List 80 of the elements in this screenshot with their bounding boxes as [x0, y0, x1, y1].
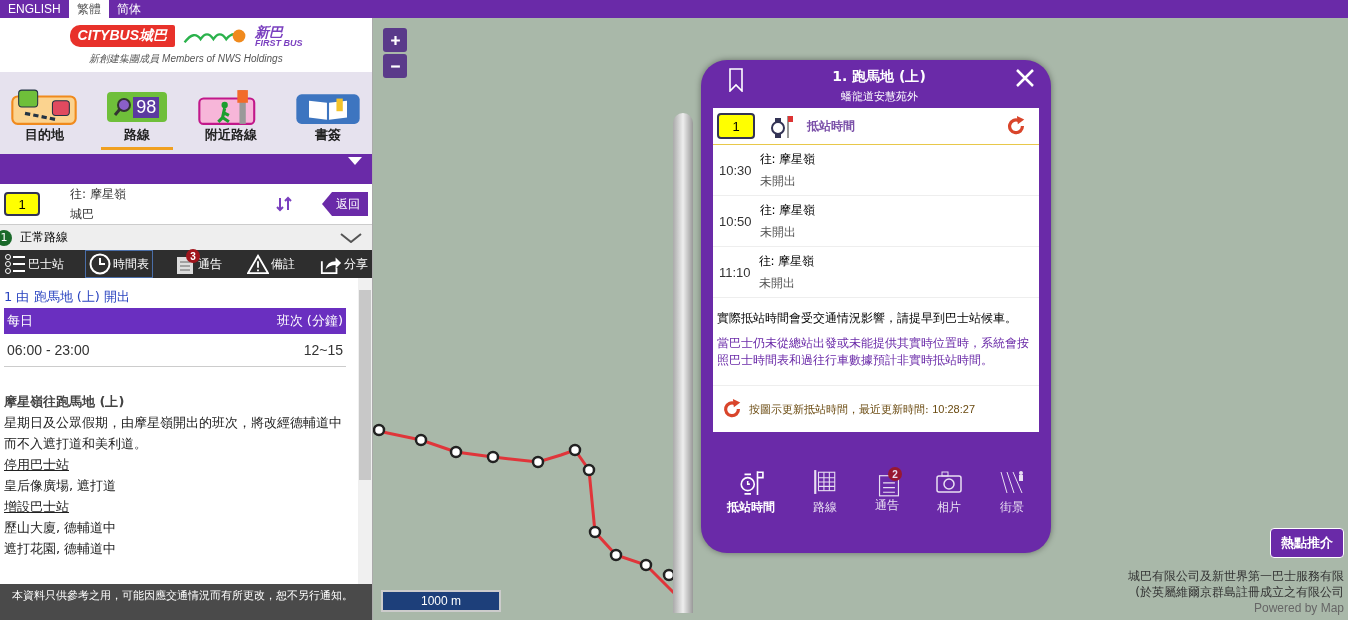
popup-tab[interactable]: 2 通告 [871, 469, 903, 516]
nav-tab[interactable]: 目的地 [4, 86, 84, 150]
toolbar-tab[interactable]: 分享 [316, 250, 372, 278]
route-operator: 城巴 [70, 205, 95, 223]
stop-title: 1. 跑馬地 (上) [832, 68, 926, 86]
warning-icon [247, 253, 269, 275]
watch-flag-icon [738, 469, 765, 495]
camera-icon [935, 469, 962, 495]
street-view-icon [998, 469, 1025, 495]
variant-number-badge: 1 [0, 229, 12, 246]
nav-tab[interactable]: 書簽 [288, 86, 368, 150]
clock-icon [89, 253, 111, 275]
toolbar-tab[interactable]: 備註 [243, 250, 299, 278]
refresh-hint: 按圖示更新抵站時間，最近更新時間: 10:28:27 [749, 401, 976, 417]
column-header: 班次 (分鐘) [276, 312, 343, 330]
logo-tagline: 新創建集團成員 Members of NWS Holdings [89, 51, 283, 66]
bus-destination: 往: 摩星嶺 [759, 201, 816, 219]
citybus-logo: CITYBUS城巴 [69, 25, 175, 47]
bus-status: 未開出 [758, 274, 796, 292]
notice-link[interactable]: 增設巴士站 [4, 496, 69, 517]
stop-location: 蟠龍道安慧苑外 [840, 89, 918, 104]
nav-tab[interactable]: 98 路線 [101, 86, 174, 150]
disclaimer-text: 本資料只供參考之用，可能因應交通情況而有所更改，恕不另行通知。 [0, 584, 372, 620]
firstbus-logo: 新巴 FIRST BUS [254, 24, 303, 48]
scrollbar[interactable] [358, 278, 372, 584]
zoom-in-button[interactable] [383, 28, 407, 52]
route-destination: 往: 摩星嶺 [70, 185, 127, 203]
map-placeholder[interactable] [373, 18, 1348, 620]
hotspot-button[interactable]: 熱點推介 [1270, 528, 1344, 558]
column-header: 每日 [7, 312, 33, 330]
watch-flag-icon [769, 114, 793, 138]
refresh-icon[interactable] [1005, 115, 1027, 137]
back-button[interactable]: 返回 [322, 192, 368, 216]
dropdown-caret-icon[interactable] [348, 157, 362, 165]
scale-bar: 1000 m [381, 590, 501, 612]
bookmark-icon[interactable] [729, 68, 743, 92]
refresh-icon[interactable] [721, 398, 743, 420]
chevron-down-icon[interactable] [340, 232, 362, 243]
popup-tab[interactable]: 街景 [994, 467, 1029, 518]
route-search-icon: 98 [107, 92, 168, 122]
table-cell: 06:00 - 23:00 [7, 342, 90, 358]
toolbar-tab[interactable]: 巴士站 [0, 250, 68, 278]
notice-text: 星期日及公眾假期，由摩星嶺開出的班次，將改經德輔道中而不入遮打道和美利道。 [4, 414, 343, 453]
toolbar-tab[interactable]: 時間表 [85, 250, 153, 278]
variant-label[interactable]: 正常路線 [20, 229, 332, 246]
zoom-out-button[interactable] [383, 54, 407, 78]
notice-text: 遮打花園, 德輔道中 [4, 540, 118, 558]
stop-list-icon [4, 253, 26, 275]
copyright-text: (於英屬維爾京群島註冊成立之有限公司 [1135, 584, 1344, 600]
arrival-time: 11:10 [719, 264, 751, 280]
language-tab[interactable]: 繁體 [68, 0, 109, 18]
popup-tab[interactable]: 路線 [808, 467, 843, 518]
popup-tab[interactable]: 抵站時間 [723, 467, 780, 518]
copyright-text: 城巴有限公司及新世界第一巴士服務有限 [1128, 568, 1344, 584]
notice-text: 歷山大廈, 德輔道中 [4, 519, 118, 537]
close-icon[interactable] [1015, 68, 1035, 88]
plus-icon [389, 34, 401, 46]
bus-destination: 往: 摩星嶺 [759, 150, 816, 168]
section-title: 抵站時間 [807, 117, 856, 135]
table-cell: 12~15 [303, 342, 343, 358]
language-tab[interactable]: 简体 [108, 0, 149, 18]
arrival-time: 10:50 [719, 213, 752, 229]
popup-tab[interactable]: 相片 [931, 467, 966, 518]
route-number-badge: 1 [717, 113, 755, 139]
traffic-note: 實際抵站時間會受交通情況影響，請提早到巴士站候車。 [717, 310, 1018, 327]
timetable-heading: 1 由 跑馬地 (上) 開出 [4, 288, 131, 306]
notice-text: 皇后像廣場, 遮打道 [4, 477, 118, 495]
arrival-time: 10:30 [719, 162, 752, 178]
swap-direction-icon[interactable] [276, 196, 292, 212]
schedule-note: 當巴士仍未從總站出發或未能提供其實時位置時，系統會按照巴士時間表和過往行車數據預計非實時抵站時間。 [717, 335, 1030, 369]
route-number-badge: 1 [4, 192, 40, 216]
bus-destination: 往: 摩星嶺 [758, 252, 815, 270]
notice-link[interactable]: 停用巴士站 [4, 454, 69, 475]
bus-status: 未開出 [759, 172, 797, 190]
language-tab[interactable]: ENGLISH [0, 0, 69, 18]
nav-tab[interactable]: 附近路線 [190, 86, 271, 150]
powered-by-text: Powered by Map [1253, 600, 1344, 616]
notice-title: 摩星嶺往跑馬地 (上) [4, 393, 126, 411]
bus-status: 未開出 [759, 223, 797, 241]
map-pins-icon [10, 88, 78, 126]
